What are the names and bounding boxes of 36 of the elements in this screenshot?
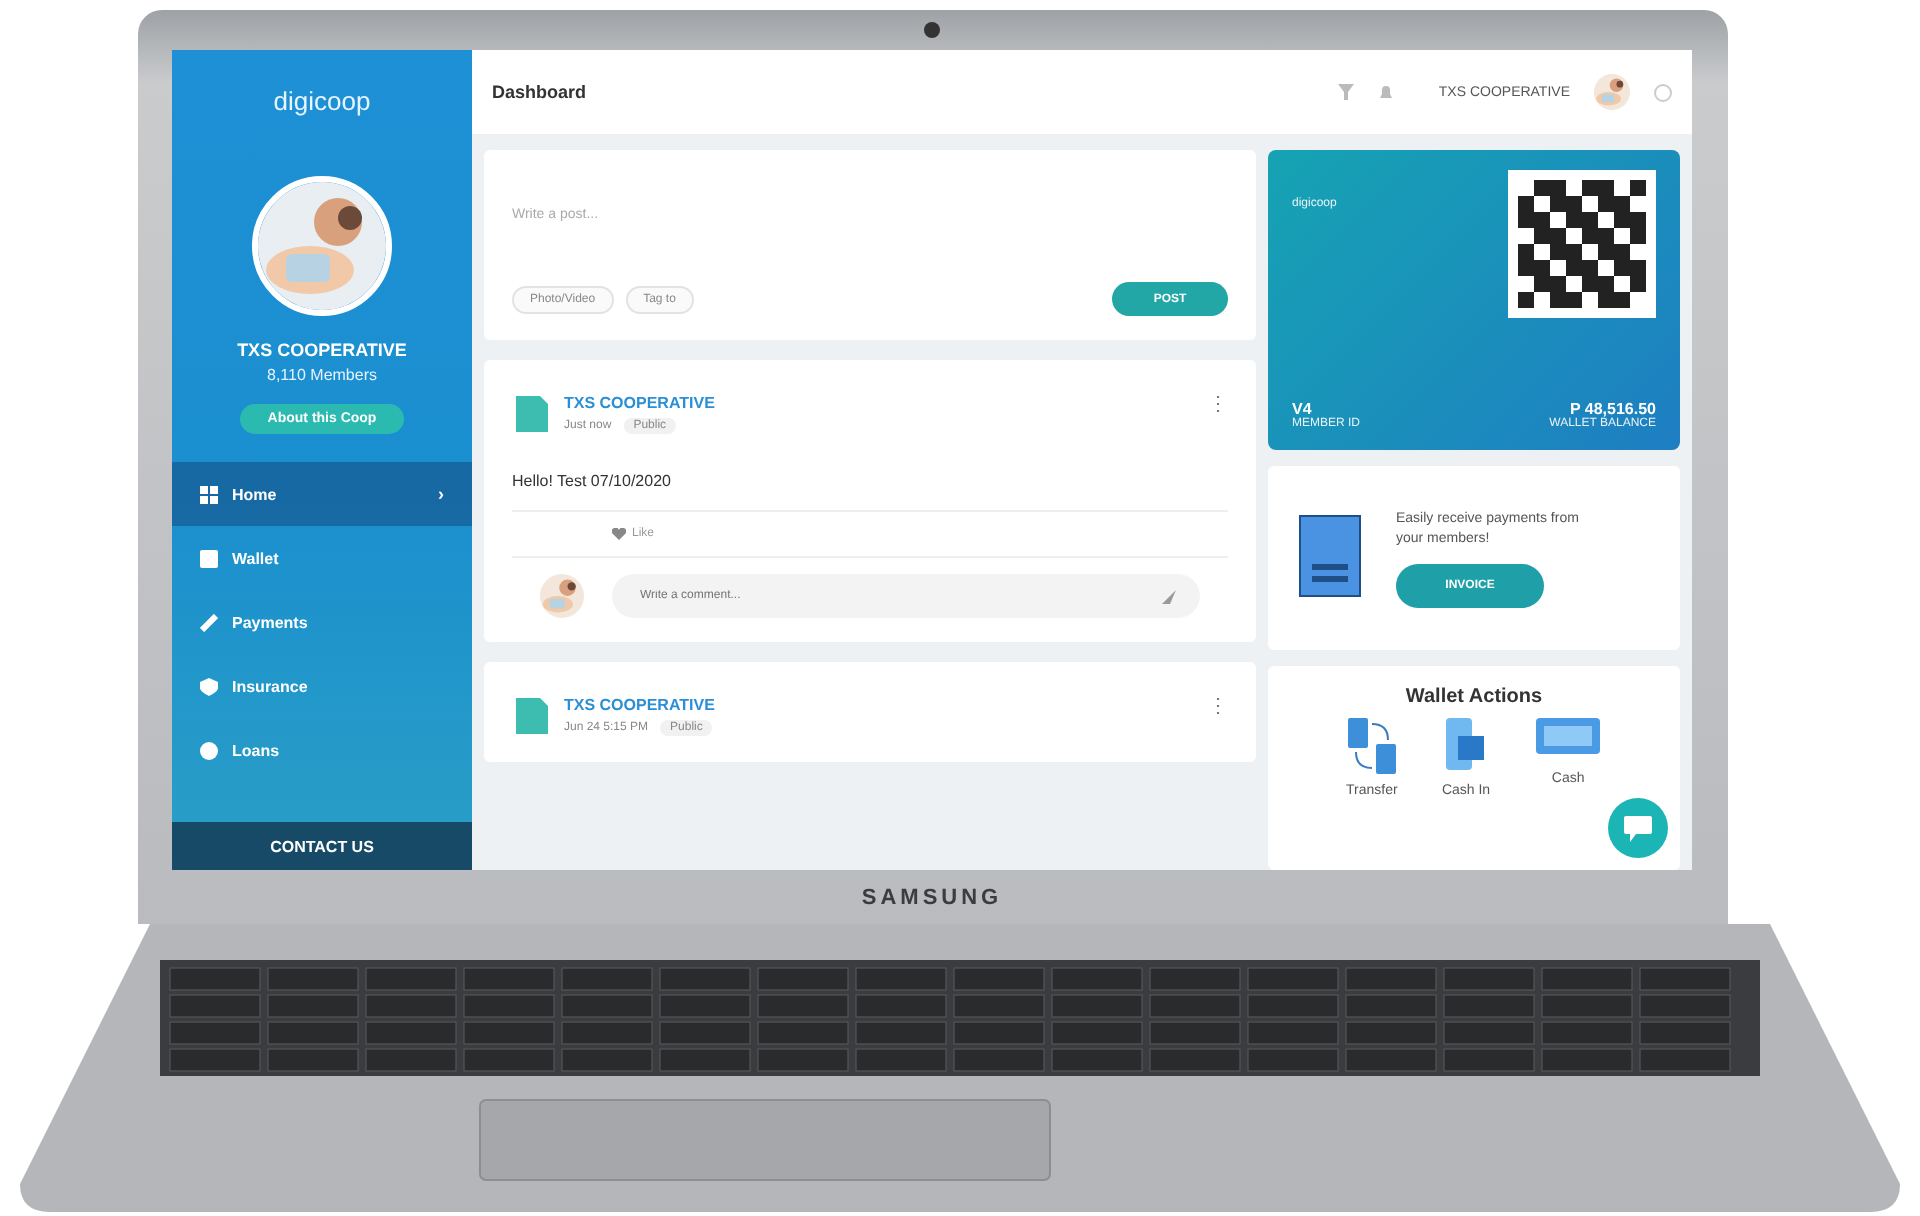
transfer-icon <box>1345 716 1398 776</box>
brand-label: SAMSUNG <box>861 886 1003 910</box>
logout-icon[interactable] <box>1654 83 1672 101</box>
coin-icon <box>200 741 218 759</box>
wallet-balance: P 48,516.50 <box>1569 400 1656 418</box>
member-count: 8,110 Members <box>267 366 377 384</box>
logo: digicoop <box>273 86 371 116</box>
section-title: Wallet Actions <box>1405 686 1543 708</box>
qr-code-icon <box>1508 170 1656 318</box>
more-icon[interactable]: ⋮ <box>1208 392 1228 416</box>
sidebar-item[interactable]: Home › <box>172 462 472 526</box>
sidebar-item[interactable]: Insurance <box>172 654 472 718</box>
heart-icon[interactable] <box>612 528 626 540</box>
camera-icon <box>923 22 939 38</box>
filter-icon[interactable] <box>1338 84 1355 100</box>
document-icon <box>512 392 552 436</box>
bell-icon[interactable] <box>1378 84 1395 100</box>
page-title: Dashboard <box>492 82 587 102</box>
chevron-icon: › <box>438 484 444 504</box>
shield-icon <box>200 677 218 695</box>
coop-name: TXS COOPERATIVE <box>237 340 407 360</box>
phone-icon <box>1444 716 1488 776</box>
post-text: Hello! Test 07/10/2020 <box>512 472 1228 512</box>
contact-button[interactable]: CONTACT US <box>172 822 472 870</box>
post-author[interactable]: TXS COOPERATIVE <box>564 696 715 714</box>
sidebar-item[interactable]: Payments <box>172 590 472 654</box>
card-title: V4 <box>1292 400 1312 418</box>
chat-icon <box>1624 815 1652 841</box>
sidebar-item[interactable]: Loans <box>172 718 472 782</box>
post-author[interactable]: TXS COOPERATIVE <box>564 394 715 412</box>
document-icon <box>512 694 552 738</box>
more-icon[interactable]: ⋮ <box>1208 694 1228 718</box>
chat-button[interactable] <box>1608 798 1668 858</box>
grid-icon <box>200 485 218 503</box>
send-icon[interactable] <box>1162 589 1176 603</box>
sidebar-item[interactable]: Wallet <box>172 526 472 590</box>
